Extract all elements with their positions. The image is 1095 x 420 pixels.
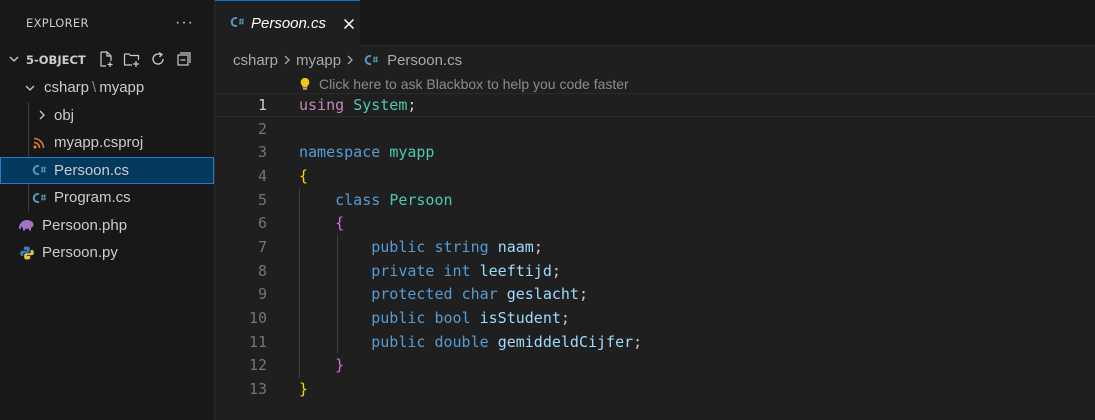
project-root[interactable]: 5-OBJECT <box>0 46 214 74</box>
project-name: 5-OBJECT <box>26 53 86 67</box>
tree-item-label: Persoon.py <box>42 244 118 262</box>
csharp-file-icon <box>363 53 379 67</box>
chevron-right-icon <box>34 109 50 121</box>
more-actions-button[interactable]: ··· <box>175 14 194 32</box>
tab-persoon-cs[interactable]: Persoon.cs <box>215 0 360 46</box>
close-icon[interactable] <box>340 15 358 33</box>
code-line: 13 } <box>215 377 1095 401</box>
tree-item-program-cs[interactable]: Program.cs <box>0 184 214 212</box>
editor-area: Persoon.cs csharp myapp Persoon.cs Click… <box>215 0 1095 420</box>
chevron-down-icon <box>8 53 22 68</box>
python-icon <box>18 245 36 261</box>
tab-label: Persoon.cs <box>251 15 327 32</box>
line-number: 4 <box>257 166 267 185</box>
path-separator: \ <box>92 79 97 97</box>
code-text: class Persoon <box>335 190 453 209</box>
code-text: public bool isStudent; <box>371 309 570 328</box>
line-number: 10 <box>248 309 267 328</box>
refresh-icon[interactable] <box>148 49 168 69</box>
tree-item-label: Program.cs <box>54 189 131 207</box>
php-elephant-icon <box>18 218 36 232</box>
breadcrumb: csharp myapp Persoon.cs <box>233 48 462 72</box>
tree-item-obj[interactable]: obj <box>0 102 214 130</box>
code-text: protected char geslacht; <box>371 285 588 304</box>
code-line: 5 class Persoon <box>215 188 1095 212</box>
explorer-actions <box>96 49 194 69</box>
line-number: 3 <box>257 143 267 162</box>
blackbox-hint[interactable]: Click here to ask Blackbox to help you c… <box>299 74 629 94</box>
folder-children: obj myapp.csproj Persoon.cs Program.cs <box>0 101 214 212</box>
code-text: using System; <box>299 95 417 114</box>
code-text: namespace myapp <box>299 143 435 162</box>
line-number: 6 <box>257 214 267 233</box>
line-number: 8 <box>257 261 267 280</box>
hint-text: Click here to ask Blackbox to help you c… <box>319 76 629 92</box>
folder-label-part2: myapp <box>99 79 145 97</box>
tree-item-csharp-myapp[interactable]: csharp \ myapp <box>0 74 214 102</box>
code-text: { <box>335 214 345 233</box>
csharp-file-icon <box>229 15 245 32</box>
line-number: 2 <box>257 119 267 138</box>
line-number: 1 <box>257 95 267 114</box>
code-text: public double gemiddeldCijfer; <box>371 332 643 351</box>
csharp-file-icon <box>30 191 48 205</box>
code-line: 4 { <box>215 164 1095 188</box>
code-line: 8 private int leeftijd; <box>215 259 1095 283</box>
chevron-down-icon <box>22 82 38 94</box>
line-number: 11 <box>248 332 267 351</box>
tree-item-csproj[interactable]: myapp.csproj <box>0 129 214 157</box>
csharp-file-icon <box>30 163 48 177</box>
explorer-title: EXPLORER <box>26 16 89 30</box>
line-number: 9 <box>257 285 267 304</box>
breadcrumb-item[interactable]: Persoon.cs <box>387 52 462 69</box>
code-line: 10 public bool isStudent; <box>215 306 1095 330</box>
breadcrumb-item[interactable]: myapp <box>296 52 341 69</box>
tree-item-persoon-php[interactable]: Persoon.php <box>0 212 214 240</box>
breadcrumb-item[interactable]: csharp <box>233 52 278 69</box>
tree-item-label: obj <box>54 106 75 124</box>
line-number: 13 <box>248 380 267 399</box>
line-number: 12 <box>248 356 267 375</box>
new-folder-icon[interactable] <box>122 49 142 69</box>
line-number: 5 <box>257 190 267 209</box>
tree-item-label: myapp.csproj <box>54 134 144 152</box>
code-line: 11 public double gemiddeldCijfer; <box>215 330 1095 354</box>
code-line: 1 using System; <box>215 93 1095 117</box>
code-text: } <box>335 356 345 375</box>
tree-item-persoon-cs[interactable]: Persoon.cs <box>0 156 214 184</box>
tab-bar: Persoon.cs <box>215 0 1095 46</box>
code-text: private int leeftijd; <box>371 261 561 280</box>
code-line: 3 namespace myapp <box>215 140 1095 164</box>
code-text: } <box>299 380 309 399</box>
code-line: 12 } <box>215 354 1095 378</box>
code-text: { <box>299 166 309 185</box>
tree-item-label: Persoon.php <box>42 216 128 234</box>
lightbulb-icon <box>299 77 311 91</box>
chevron-right-icon <box>282 54 292 66</box>
explorer-header: EXPLORER ··· <box>0 0 214 46</box>
code-line: 2 <box>215 117 1095 141</box>
code-line: 7 public string naam; <box>215 235 1095 259</box>
new-file-icon[interactable] <box>96 49 116 69</box>
collapse-all-icon[interactable] <box>174 49 194 69</box>
line-number: 7 <box>257 237 267 256</box>
folder-label-part1: csharp <box>44 79 90 97</box>
rss-icon <box>30 136 48 150</box>
code-editor[interactable]: 1 using System; 2 3 namespace myapp 4 { … <box>215 93 1095 401</box>
code-text: public string naam; <box>371 237 543 256</box>
tree-item-persoon-py[interactable]: Persoon.py <box>0 239 214 267</box>
code-line: 9 protected char geslacht; <box>215 283 1095 307</box>
code-line: 6 { <box>215 211 1095 235</box>
explorer-sidebar: EXPLORER ··· 5-OBJECT csharp \ myapp obj… <box>0 0 215 420</box>
chevron-right-icon <box>345 54 355 66</box>
tree-item-label: Persoon.cs <box>54 161 130 179</box>
